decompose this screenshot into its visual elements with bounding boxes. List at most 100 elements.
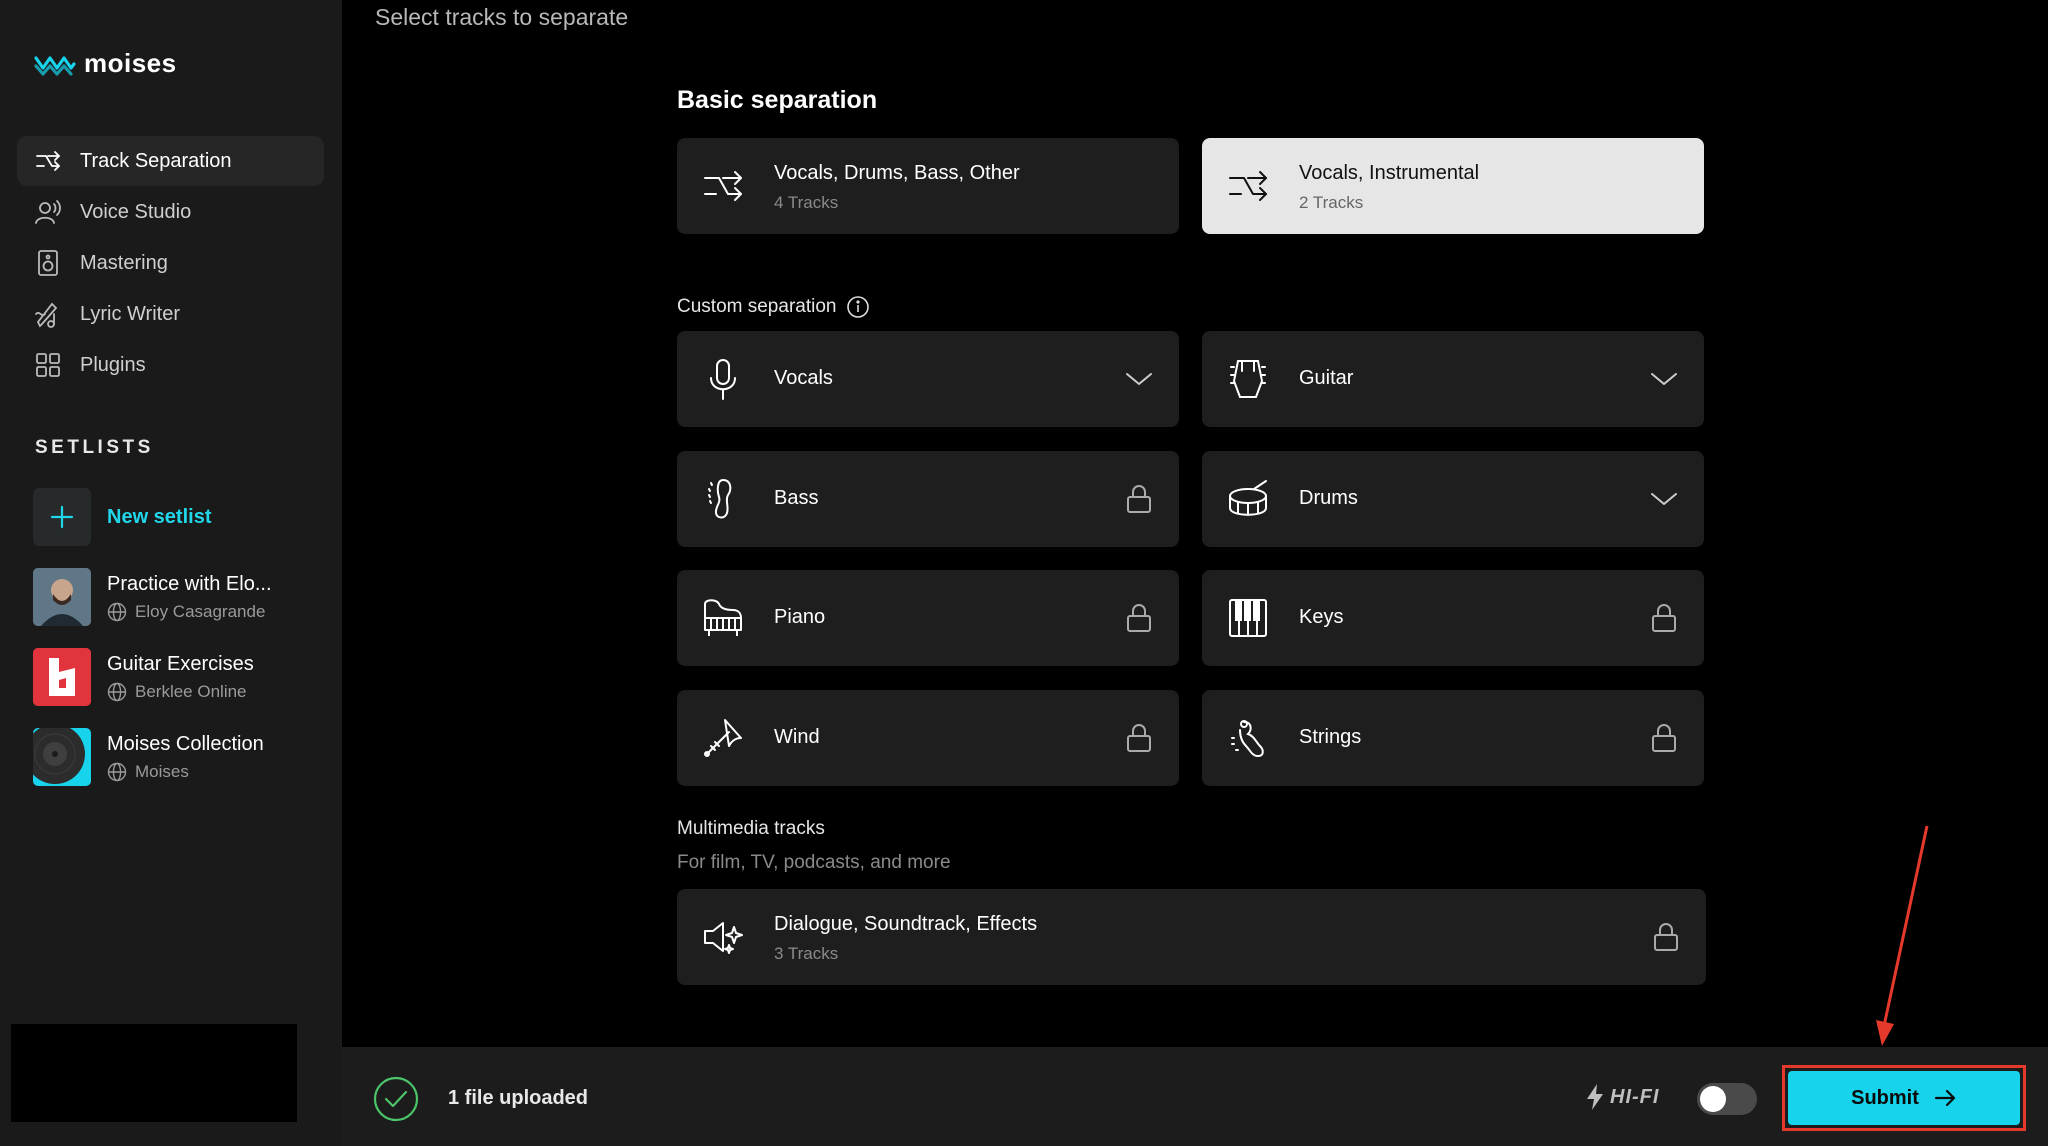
split-arrows-icon [704,171,742,201]
plus-icon [50,505,74,529]
globe-icon [107,602,127,621]
guitar-pick-icon [1230,360,1266,398]
drum-icon [1229,480,1267,516]
option-name: Strings [1299,726,1362,748]
berklee-logo-icon [33,648,91,706]
custom-option-keys[interactable]: Keys [1202,570,1704,666]
custom-option-wind[interactable]: Wind [677,690,1179,786]
option-name: Guitar [1299,367,1354,389]
grid-icon [36,353,60,377]
lock-icon [1652,724,1676,752]
speaker-icon [38,250,58,276]
moises-wave-logo-icon [34,55,76,76]
split-arrows-icon [36,151,60,171]
basic-option-2-tracks[interactable]: Vocals, Instrumental 2 Tracks [1202,138,1704,234]
logo-text: moises [84,48,177,78]
custom-option-piano[interactable]: Piano [677,570,1179,666]
setlist-thumbnail [33,648,91,706]
setlist-title: Practice with Elo... [107,572,272,595]
multimedia-title: Multimedia tracks [677,818,825,839]
custom-option-guitar[interactable]: Guitar [1202,331,1704,427]
sidebar: moises Track Separation Voice Studio Mas… [0,0,342,1146]
option-name: Vocals, Drums, Bass, Other [774,162,1020,184]
speaker-sparkle-icon [704,922,743,954]
nav-label: Track Separation [80,149,232,172]
submit-label: Submit [1851,1086,1919,1109]
option-name: Vocals [774,367,833,389]
violin-icon [1231,720,1264,758]
trumpet-icon [704,719,742,757]
option-name: Dialogue, Soundtrack, Effects [774,913,1038,935]
globe-icon [107,682,127,701]
split-arrows-icon [1229,171,1267,201]
pen-note-icon [35,302,58,328]
setlist-title: Moises Collection [107,732,264,755]
basic-separation-title: Basic separation [677,86,878,114]
check-circle-icon [373,1076,419,1122]
voice-icon [35,200,61,224]
nav-item-voice-studio[interactable]: Voice Studio [17,187,324,237]
custom-option-vocals[interactable]: Vocals [677,331,1179,427]
submit-button[interactable]: Submit [1788,1071,2020,1125]
new-setlist-label: New setlist [107,505,212,528]
option-track-count: 4 Tracks [774,193,839,212]
custom-option-drums[interactable]: Drums [1202,451,1704,547]
lock-icon [1654,923,1678,951]
arrow-right-icon [1934,1089,1955,1107]
chevron-down-icon[interactable] [1123,363,1155,395]
setlist-owner: Moises [135,761,189,781]
custom-separation-title: Custom separation [677,296,837,317]
bass-guitar-icon [708,478,732,519]
lock-icon [1127,604,1151,632]
nav-label: Lyric Writer [80,302,180,325]
option-name: Piano [774,606,826,628]
lock-icon [1127,724,1151,752]
option-name: Wind [774,726,820,748]
person-photo-icon [33,568,91,626]
lock-icon [1652,604,1676,632]
nav-item-track-separation[interactable]: Track Separation [17,136,324,186]
keyboard-keys-icon [1229,599,1267,637]
lightning-icon [1587,1084,1603,1110]
multimedia-desc: For film, TV, podcasts, and more [677,852,951,873]
setlist-item[interactable]: Guitar Exercises Berklee Online [33,648,254,706]
setlist-item[interactable]: Practice with Elo... Eloy Casagrande [33,568,272,626]
nav-label: Plugins [80,353,146,376]
option-track-count: 2 Tracks [1299,193,1364,212]
custom-option-bass[interactable]: Bass [677,451,1179,547]
option-name: Bass [774,487,819,509]
hifi-label: HI-FI [1610,1085,1660,1108]
upload-status: 1 file uploaded [448,1087,589,1109]
nav-item-mastering[interactable]: Mastering [17,238,324,288]
new-setlist-button[interactable]: New setlist [33,488,211,546]
setlist-owner: Berklee Online [135,681,247,701]
toggle-knob [1700,1086,1726,1112]
chevron-down-icon[interactable] [1648,363,1680,395]
vinyl-record-icon [33,728,91,786]
option-name: Keys [1299,606,1344,628]
microphone-icon [710,359,736,400]
option-name: Drums [1299,487,1358,509]
custom-separation-heading: Custom separation [677,295,870,319]
setlists-heading: SETLISTS [35,437,154,458]
custom-option-strings[interactable]: Strings [1202,690,1704,786]
info-icon[interactable] [846,295,870,319]
grand-piano-icon [704,599,742,636]
nav-item-plugins[interactable]: Plugins [17,340,324,390]
hifi-toggle[interactable] [1697,1083,1757,1115]
main-nav: Track Separation Voice Studio Mastering … [17,136,324,391]
annotation-arrow [1876,825,1929,1046]
basic-option-4-tracks[interactable]: Vocals, Drums, Bass, Other 4 Tracks [677,138,1179,234]
lock-icon [1127,485,1151,513]
setlist-title: Guitar Exercises [107,652,254,675]
setlist-item[interactable]: Moises Collection Moises [33,728,264,786]
page-title: Select tracks to separate [375,4,629,30]
nav-item-lyric-writer[interactable]: Lyric Writer [17,289,324,339]
multimedia-option[interactable]: Dialogue, Soundtrack, Effects 3 Tracks [677,889,1706,985]
chevron-down-icon[interactable] [1648,483,1680,515]
nav-label: Mastering [80,251,168,274]
nav-label: Voice Studio [80,200,192,223]
logo[interactable]: moises [34,48,177,79]
globe-icon [107,762,127,781]
account-area[interactable] [11,1024,297,1122]
